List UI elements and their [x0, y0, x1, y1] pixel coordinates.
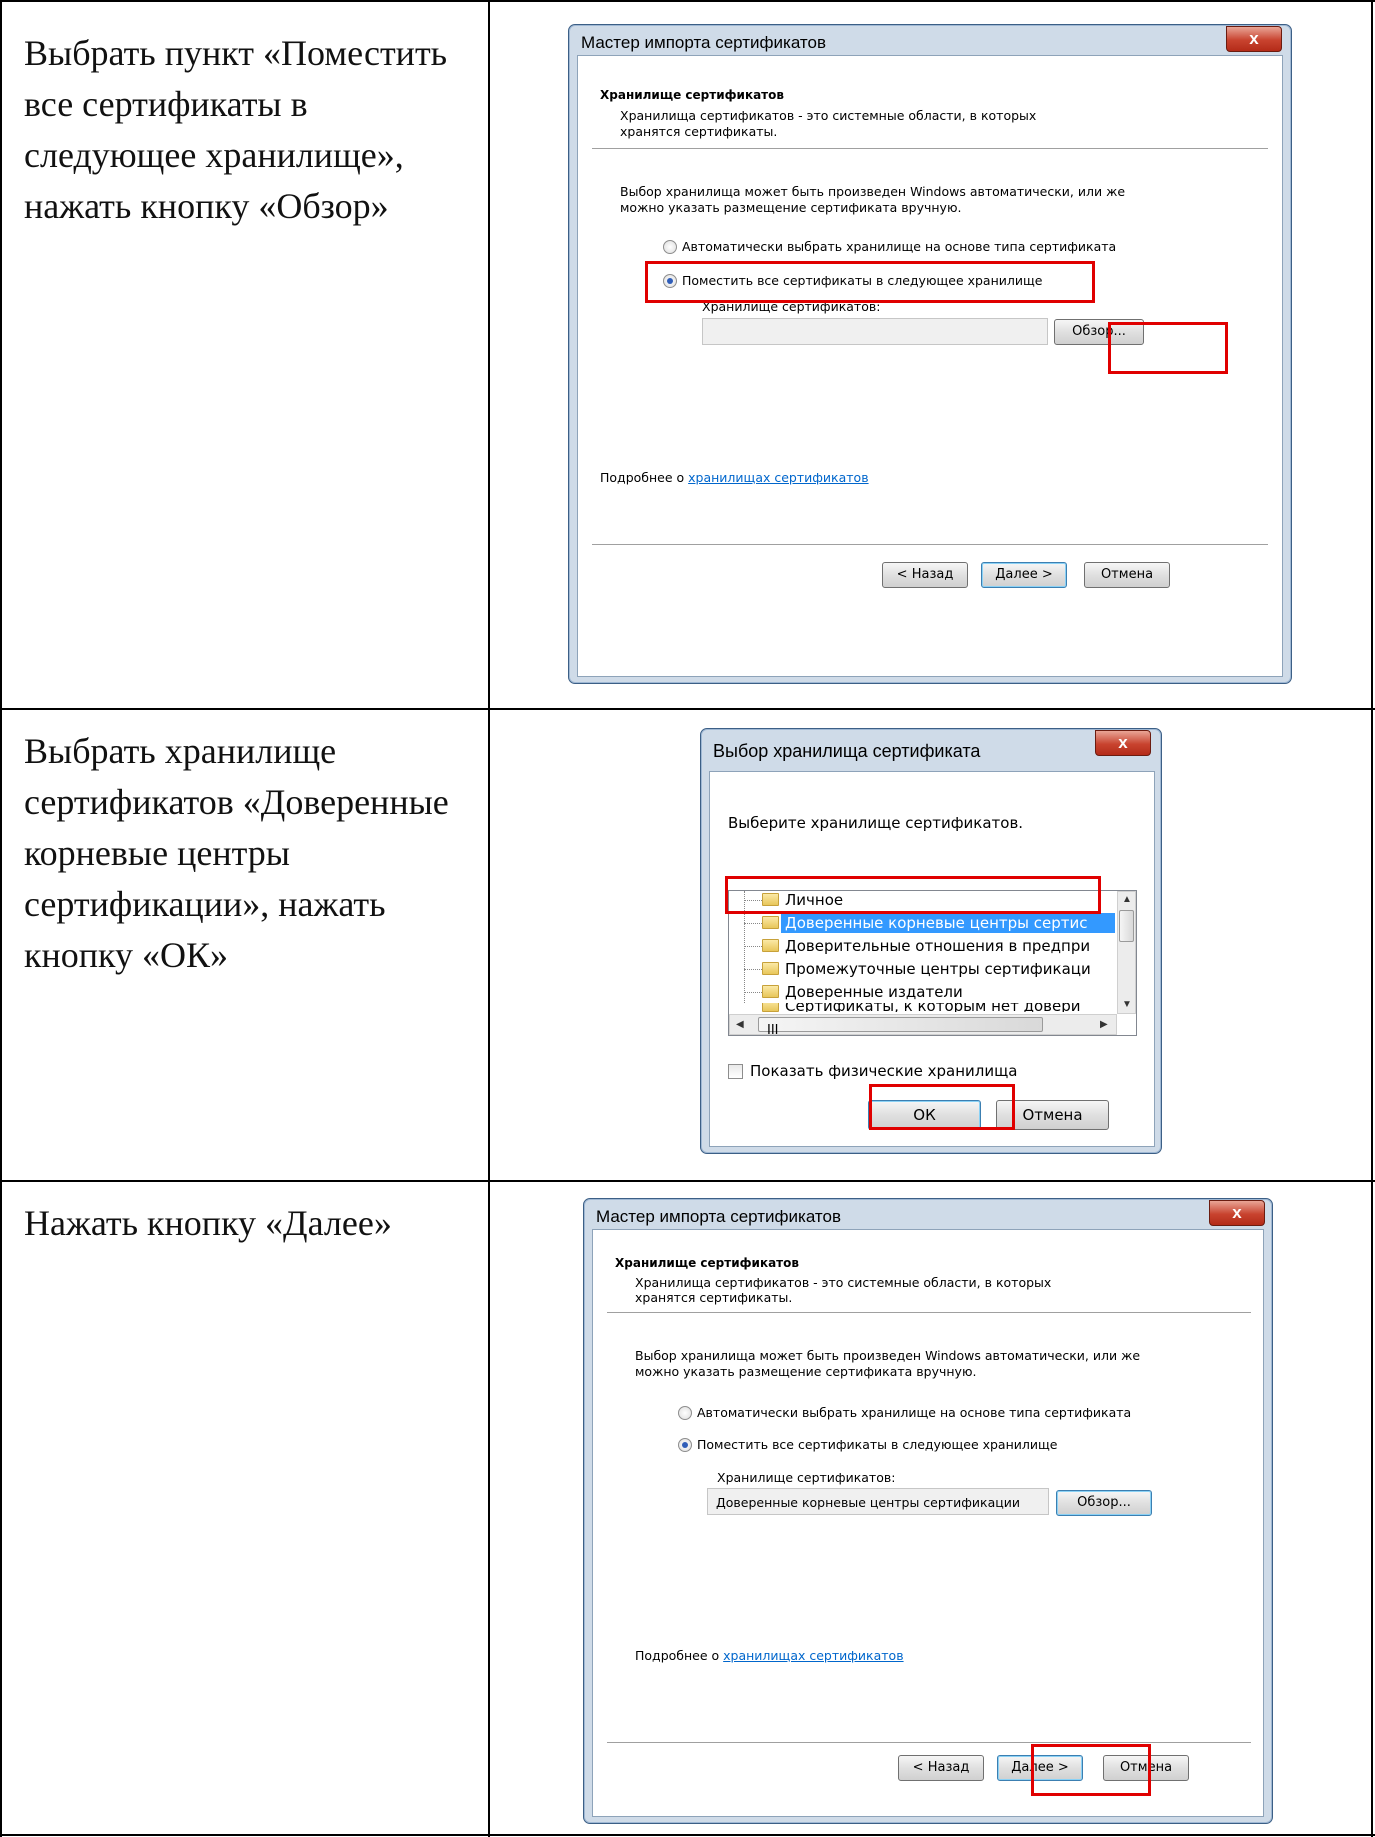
- show-physical-label: Показать физические хранилища: [750, 1062, 1018, 1080]
- store-item-intermediate[interactable]: Промежуточные центры сертификаци: [785, 960, 1115, 978]
- window-title: Мастер импорта сертификатов: [596, 1207, 842, 1226]
- section-subheading-line2: хранятся сертификаты.: [635, 1290, 793, 1305]
- table-border-row2: [0, 1180, 1375, 1182]
- cancel-button[interactable]: Отмена: [1084, 562, 1170, 588]
- import-wizard-window: Мастер импорта сертификатов x Хранилище …: [583, 1198, 1273, 1824]
- instruction-line: сертификатов «Доверенные: [24, 782, 449, 822]
- more-info-prefix: Подробнее о: [600, 470, 689, 485]
- store-field[interactable]: [702, 318, 1048, 345]
- show-physical-checkbox[interactable]: [728, 1064, 743, 1079]
- horizontal-scrollbar[interactable]: ◀ III ▶: [729, 1014, 1117, 1037]
- instruction-step-1: Выбрать пункт «Поместить все сертификаты…: [24, 28, 484, 232]
- description-line1: Выбор хранилища может быть произведен Wi…: [620, 184, 1126, 199]
- next-button[interactable]: Далее >: [981, 562, 1067, 588]
- instruction-line: кнопку «ОК»: [24, 935, 229, 975]
- store-field[interactable]: Доверенные корневые центры сертификации: [707, 1488, 1049, 1515]
- radio-auto-store-label: Автоматически выбрать хранилище на основ…: [697, 1405, 1132, 1420]
- instruction-line: все сертификаты в: [24, 84, 308, 124]
- scroll-thumb[interactable]: [1119, 910, 1134, 942]
- back-button[interactable]: < Назад: [898, 1755, 984, 1781]
- store-info-link[interactable]: хранилищах сертификатов: [688, 470, 868, 485]
- window-title: Выбор хранилища сертификата: [713, 741, 981, 761]
- hscroll-thumb[interactable]: III: [758, 1017, 1043, 1037]
- scroll-right-icon[interactable]: ▶: [1100, 1020, 1108, 1030]
- window-title: Мастер импорта сертификатов: [581, 33, 827, 52]
- table-border-middle: [488, 0, 490, 1837]
- header-divider: [592, 148, 1268, 149]
- description-line2: можно указать размещение сертификата вру…: [620, 200, 962, 215]
- scroll-down-icon[interactable]: ▼: [1122, 1000, 1132, 1010]
- wizard-client-area: Хранилище сертификатов Хранилища сертифи…: [592, 1229, 1264, 1817]
- table-border-right: [1371, 0, 1373, 1837]
- tree-line: [744, 969, 762, 970]
- folder-icon: [762, 939, 779, 952]
- section-heading: Хранилище сертификатов: [615, 1256, 799, 1270]
- folder-icon: [762, 916, 779, 929]
- scroll-up-icon[interactable]: ▲: [1122, 895, 1132, 905]
- radio-auto-store[interactable]: [678, 1406, 692, 1420]
- section-heading: Хранилище сертификатов: [600, 88, 784, 102]
- section-subheading-line2: хранятся сертификаты.: [620, 124, 778, 139]
- more-info-prefix: Подробнее о: [635, 1648, 724, 1663]
- store-item-trusted-root[interactable]: Доверенные корневые центры сертис: [785, 914, 1088, 932]
- vertical-scrollbar[interactable]: ▲ ▼: [1117, 891, 1136, 1014]
- folder-icon: [762, 1003, 779, 1012]
- table-border-top: [0, 0, 1375, 2]
- scroll-grip: III: [767, 1023, 779, 1038]
- highlight-manual-store-option: [645, 261, 1095, 303]
- instruction-line: сертификации», нажать: [24, 884, 386, 924]
- folder-icon: [762, 962, 779, 975]
- highlight-browse-button: [1108, 322, 1228, 374]
- store-field-value: Доверенные корневые центры сертификации: [716, 1495, 1020, 1510]
- highlight-ok-button: [869, 1084, 1015, 1130]
- more-info-text: Подробнее о хранилищах сертификатов: [635, 1648, 904, 1663]
- store-field-label: Хранилище сертификатов:: [717, 1470, 896, 1485]
- tree-line: [744, 946, 762, 947]
- close-icon[interactable]: x: [1226, 26, 1282, 52]
- tree-line: [744, 923, 762, 924]
- instruction-step-3: Нажать кнопку «Далее»: [24, 1198, 484, 1249]
- tree-line: [744, 992, 762, 993]
- instruction-line: нажать кнопку «Обзор»: [24, 186, 389, 226]
- section-subheading-line1: Хранилища сертификатов - это системные о…: [635, 1275, 1052, 1290]
- store-info-link[interactable]: хранилищах сертификатов: [723, 1648, 903, 1663]
- table-border-left: [0, 0, 2, 1837]
- instruction-step-2: Выбрать хранилище сертификатов «Доверенн…: [24, 726, 484, 981]
- footer-divider: [607, 1742, 1251, 1743]
- highlight-next-button: [1031, 1744, 1151, 1796]
- table-border-row1: [0, 708, 1375, 710]
- instruction-line: корневые центры: [24, 833, 290, 873]
- store-item-untrusted[interactable]: Сертификаты, к которым нет довери: [785, 1003, 1081, 1012]
- folder-icon: [762, 985, 779, 998]
- instruction-line: Выбрать хранилище: [24, 731, 337, 771]
- radio-auto-store-label: Автоматически выбрать хранилище на основ…: [682, 239, 1117, 254]
- scroll-left-icon[interactable]: ◀: [736, 1020, 744, 1030]
- close-icon[interactable]: x: [1209, 1200, 1265, 1226]
- instruction-line: следующее хранилище»,: [24, 135, 404, 175]
- radio-manual-store[interactable]: [678, 1438, 692, 1452]
- store-item-trusted-publishers[interactable]: Доверенные издатели: [785, 983, 963, 1001]
- highlight-trusted-root-item: [725, 876, 1101, 914]
- section-subheading-line1: Хранилища сертификатов - это системные о…: [620, 108, 1037, 123]
- description-line2: можно указать размещение сертификата вру…: [635, 1364, 977, 1379]
- instruction-line: Выбрать пункт «Поместить: [24, 33, 448, 73]
- description-line1: Выбор хранилища может быть произведен Wi…: [635, 1348, 1141, 1363]
- radio-auto-store[interactable]: [663, 240, 677, 254]
- table-border-bottom: [0, 1834, 1375, 1836]
- more-info-text: Подробнее о хранилищах сертификатов: [600, 470, 869, 485]
- dialog-prompt: Выберите хранилище сертификатов.: [728, 814, 1024, 832]
- browse-button[interactable]: Обзор...: [1056, 1490, 1152, 1516]
- instruction-line: Нажать кнопку «Далее»: [24, 1203, 392, 1243]
- back-button[interactable]: < Назад: [882, 562, 968, 588]
- close-icon[interactable]: x: [1095, 730, 1151, 756]
- store-item-enterprise-trust[interactable]: Доверительные отношения в предпри: [785, 937, 1115, 955]
- tree-clip-row: Сертификаты, к которым нет довери: [729, 1003, 1115, 1012]
- radio-manual-store-label: Поместить все сертификаты в следующее хр…: [697, 1437, 1058, 1452]
- header-divider: [607, 1312, 1251, 1313]
- footer-divider: [592, 544, 1268, 545]
